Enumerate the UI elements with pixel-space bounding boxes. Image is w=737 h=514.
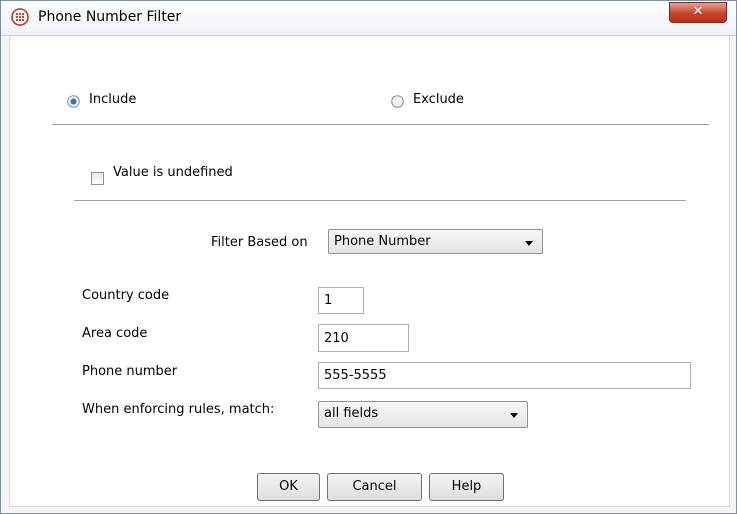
- value-undefined-label[interactable]: Value is undefined: [113, 165, 233, 180]
- title-bar[interactable]: Phone Number Filter ✕: [1, 1, 736, 36]
- include-label[interactable]: Include: [89, 92, 136, 107]
- match-dropdown[interactable]: all fields: [318, 401, 528, 428]
- close-button[interactable]: ✕: [669, 2, 727, 23]
- divider-middle: [74, 200, 686, 201]
- exclude-radio[interactable]: [391, 95, 404, 108]
- include-radio[interactable]: [67, 95, 80, 108]
- filter-based-on-value: Phone Number: [334, 234, 431, 249]
- exclude-label[interactable]: Exclude: [413, 92, 464, 107]
- window-title: Phone Number Filter: [38, 9, 182, 25]
- dialog-window: Phone Number Filter ✕ Include Exclude Va…: [0, 0, 737, 514]
- phone-number-label: Phone number: [82, 364, 178, 379]
- divider-top: [52, 124, 709, 125]
- country-code-label: Country code: [82, 288, 170, 303]
- value-undefined-checkbox[interactable]: [91, 172, 104, 185]
- cancel-button[interactable]: Cancel: [327, 473, 422, 501]
- help-button[interactable]: Help: [429, 473, 504, 501]
- country-code-input[interactable]: [318, 287, 364, 314]
- match-label: When enforcing rules, match:: [82, 402, 275, 417]
- dialog-content: Include Exclude Value is undefined Filte…: [9, 36, 730, 507]
- area-code-input[interactable]: [318, 324, 409, 352]
- chevron-down-icon: [525, 241, 533, 246]
- phone-number-input[interactable]: [318, 362, 691, 389]
- filter-based-on-label: Filter Based on: [211, 235, 308, 250]
- telephone-keypad-icon: [11, 8, 29, 26]
- ok-button[interactable]: OK: [257, 473, 320, 501]
- area-code-label: Area code: [82, 326, 148, 341]
- match-value: all fields: [324, 406, 379, 421]
- chevron-down-icon: [510, 413, 518, 418]
- filter-based-on-dropdown[interactable]: Phone Number: [328, 229, 543, 254]
- close-icon: ✕: [692, 4, 704, 19]
